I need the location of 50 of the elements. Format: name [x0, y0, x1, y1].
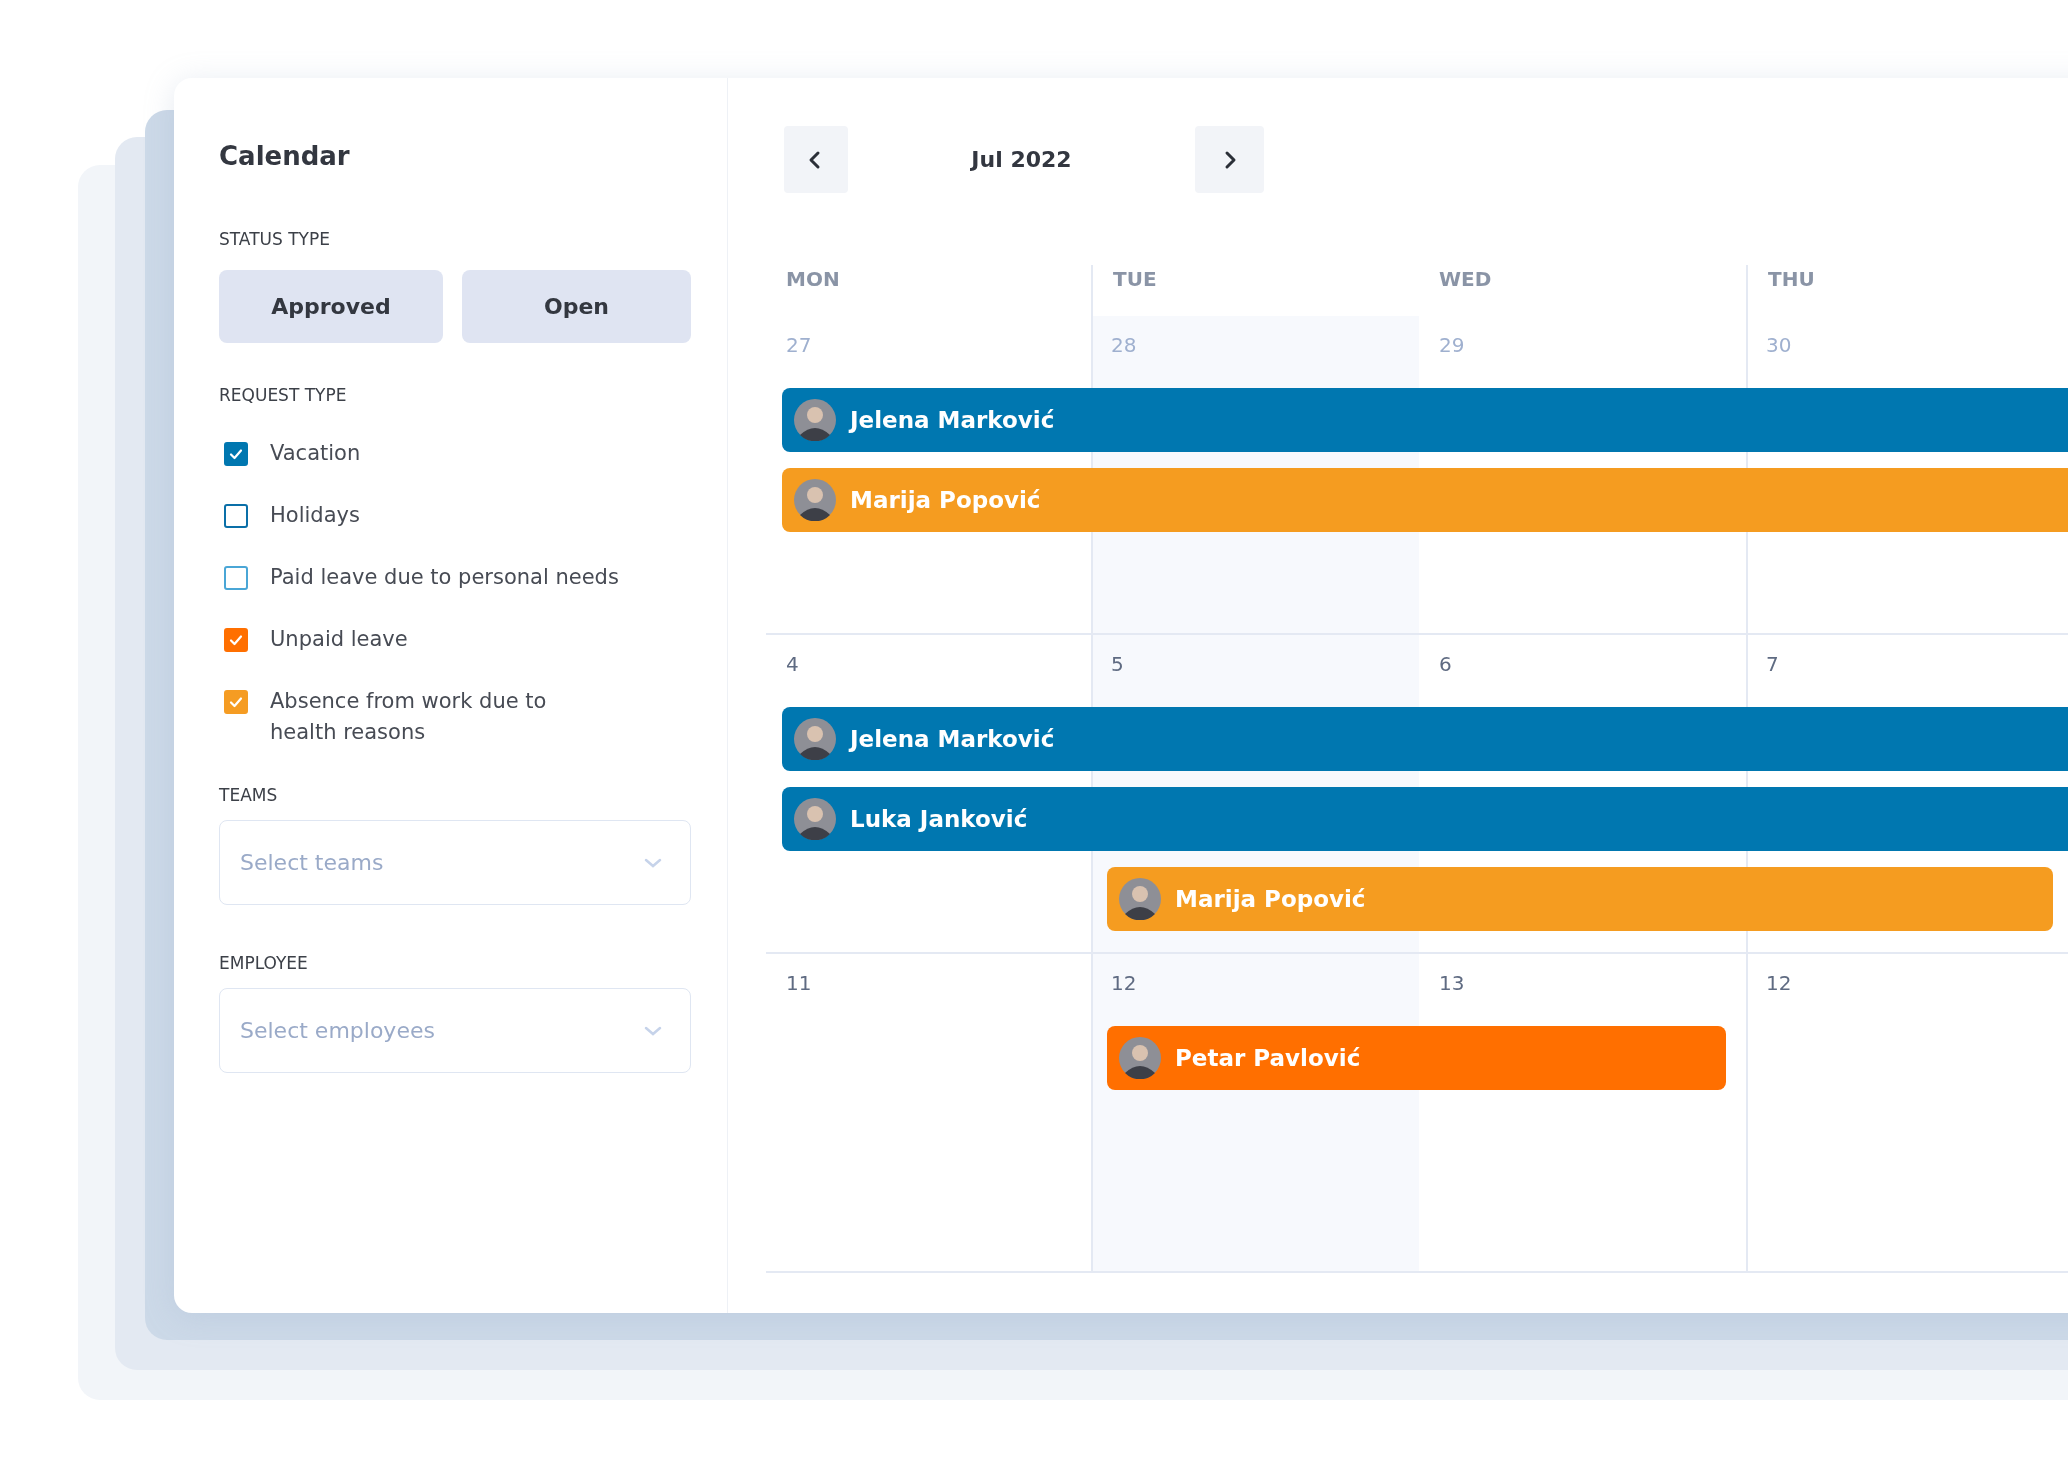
- avatar-icon: [794, 399, 836, 441]
- checkbox[interactable]: [224, 566, 248, 590]
- checkbox-label: Paid leave due to personal needs: [270, 564, 619, 591]
- checkbox-label: Holidays: [270, 502, 360, 529]
- date-number: 12: [1765, 970, 1793, 997]
- avatar-icon: [794, 798, 836, 840]
- date-number: 7: [1765, 651, 1780, 678]
- date-number: 30: [1765, 332, 1793, 359]
- chevron-down-icon[interactable]: [643, 857, 663, 869]
- date-number: 28: [1110, 332, 1138, 359]
- leave-event[interactable]: Petar Pavlović: [1107, 1026, 1726, 1090]
- section-label: REQUEST TYPE: [219, 384, 348, 406]
- month-label: Jul 2022: [969, 147, 1073, 172]
- avatar-icon: [1119, 1037, 1161, 1079]
- status-button[interactable]: Approved: [219, 270, 443, 343]
- section-label: EMPLOYEE: [219, 952, 309, 974]
- checkbox-label: Unpaid leave: [270, 626, 408, 653]
- weekday-header: MON: [785, 266, 841, 293]
- chevron-down-icon[interactable]: [643, 1025, 663, 1037]
- checkbox-label: Vacation: [270, 440, 361, 467]
- date-number: 11: [785, 970, 813, 997]
- avatar-icon: [1119, 878, 1161, 920]
- leave-event[interactable]: Jelena Marković: [782, 388, 2068, 452]
- date-number: 4: [785, 651, 800, 678]
- checkbox[interactable]: [224, 628, 248, 652]
- avatar-icon: [794, 718, 836, 760]
- avatar-icon: [794, 479, 836, 521]
- date-number: 12: [1110, 970, 1138, 997]
- checkbox[interactable]: [224, 504, 248, 528]
- leave-event[interactable]: Jelena Marković: [782, 707, 2068, 771]
- date-number: 27: [785, 332, 813, 359]
- check-icon: [229, 447, 243, 461]
- checkbox-label: Absence from work due to health reasons: [270, 688, 547, 746]
- date-number: 13: [1438, 970, 1466, 997]
- sidebar-title: Calendar: [219, 140, 351, 172]
- select-field[interactable]: Select teams: [219, 820, 691, 905]
- leave-event[interactable]: Luka Janković: [782, 787, 2068, 851]
- date-number: 5: [1110, 651, 1125, 678]
- check-icon: [229, 695, 243, 709]
- check-icon: [229, 633, 243, 647]
- weekday-header: WED: [1438, 266, 1493, 293]
- status-button[interactable]: Open: [462, 270, 691, 343]
- date-number: 6: [1438, 651, 1453, 678]
- section-label: STATUS TYPE: [219, 228, 331, 250]
- checkbox[interactable]: [224, 690, 248, 714]
- select-field[interactable]: Select employees: [219, 988, 691, 1073]
- section-label: TEAMS: [219, 784, 279, 806]
- date-number: 29: [1438, 332, 1466, 359]
- weekday-header: THU: [1746, 265, 2068, 316]
- checkbox[interactable]: [224, 442, 248, 466]
